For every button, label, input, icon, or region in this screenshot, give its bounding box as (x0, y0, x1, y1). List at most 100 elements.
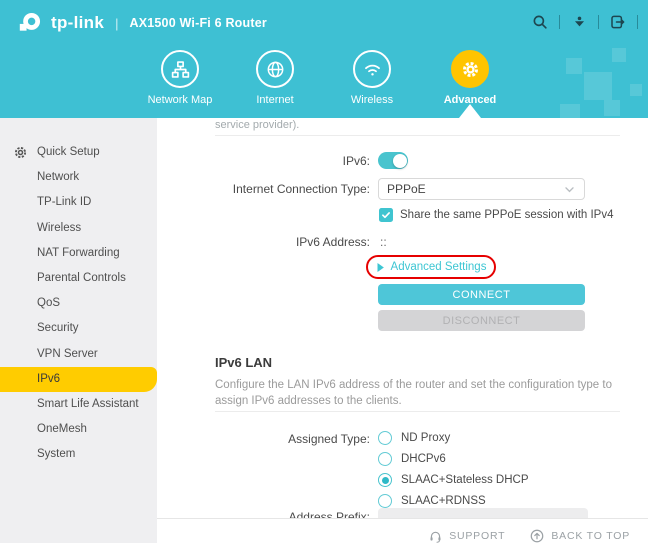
connection-type-label: Internet Connection Type: (232, 182, 370, 196)
sidebar-item-network[interactable]: Network (0, 165, 157, 190)
back-to-top-link[interactable]: BACK TO TOP (529, 528, 630, 544)
deco-square (584, 72, 612, 100)
radio-dhcpv6[interactable]: DHCPv6 (378, 451, 446, 467)
footer: SUPPORT BACK TO TOP (157, 518, 648, 553)
header: tp-link | AX1500 Wi-Fi 6 Router Network … (0, 0, 648, 118)
support-label: SUPPORT (449, 530, 506, 542)
device-title: AX1500 Wi-Fi 6 Router (129, 16, 267, 30)
support-link[interactable]: SUPPORT (428, 529, 505, 544)
clipped-help-text: service provider). (215, 119, 300, 131)
advanced-settings-link[interactable]: Advanced Settings (391, 261, 487, 273)
assigned-type-label: Assigned Type: (288, 432, 370, 446)
radio-label: DHCPv6 (401, 453, 446, 465)
deco-square (630, 84, 642, 96)
sidebar-item-smart-life-assistant[interactable]: Smart Life Assistant (0, 392, 157, 417)
brandbar: tp-link | AX1500 Wi-Fi 6 Router (16, 10, 267, 36)
sidebar-item-onemesh[interactable]: OneMesh (0, 417, 157, 442)
sidebar-item-label: System (37, 448, 76, 461)
brand-name: tp-link (51, 13, 105, 32)
separator (598, 15, 599, 29)
sidebar-item-security[interactable]: Security (0, 316, 157, 341)
sidebar-item-vpn-server[interactable]: VPN Server (0, 342, 157, 367)
sidebar-item-qos[interactable]: QoS (0, 291, 157, 316)
divider (215, 411, 620, 412)
active-tab-pointer (459, 104, 481, 118)
back-to-top-label: BACK TO TOP (551, 530, 630, 542)
check-icon (382, 212, 390, 219)
sidebar-item-ipv6[interactable]: IPv6 (0, 366, 157, 392)
sidebar-item-label: Quick Setup (37, 146, 100, 158)
sidebar-item-label: Parental Controls (37, 271, 126, 284)
tab-network-map[interactable]: Network Map (138, 50, 222, 106)
sidebar-item-nat-forwarding[interactable]: NAT Forwarding (0, 241, 157, 266)
ipv6-address-value: :: (380, 235, 387, 249)
radio-slaac-stateless-dhcp[interactable]: SLAAC+Stateless DHCP (378, 472, 529, 488)
deco-square (560, 104, 580, 118)
radio-label: ND Proxy (401, 432, 451, 444)
connection-type-select[interactable]: PPPoE (378, 178, 585, 200)
sidebar-item-system[interactable]: System (0, 442, 157, 467)
selected-option: PPPoE (387, 182, 426, 196)
sidebar-item-label: OneMesh (37, 423, 87, 436)
brand-separator: | (115, 15, 119, 31)
radio-label: SLAAC+Stateless DHCP (401, 474, 529, 486)
tp-link-logo-icon (16, 12, 43, 35)
header-actions (530, 12, 638, 32)
tab-wireless[interactable]: Wireless (330, 50, 414, 106)
disconnect-button: DISCONNECT (378, 310, 585, 331)
up-arrow-circle-icon (531, 529, 544, 543)
ipv6-lan-heading: IPv6 LAN (215, 355, 273, 370)
radio-icon (378, 494, 392, 508)
radio-icon-selected (378, 473, 392, 487)
tab-advanced[interactable]: Advanced (428, 50, 512, 106)
deco-square (604, 100, 620, 116)
red-highlight-annotation: Advanced Settings (366, 255, 496, 279)
radio-icon (378, 431, 392, 445)
tab-label: Internet (256, 94, 294, 106)
main-content: service provider). IPv6: Internet Connec… (157, 118, 648, 518)
sidebar: Quick Setup Network TP-Link ID Wireless … (0, 118, 157, 543)
ipv6-toggle-label: IPv6: (342, 154, 370, 168)
ipv6-lan-description: Configure the LAN IPv6 address of the ro… (215, 379, 612, 408)
wifi-icon (353, 50, 391, 88)
play-triangle-icon (377, 262, 384, 272)
tab-label: Wireless (350, 94, 394, 106)
radio-icon (378, 452, 392, 466)
sidebar-item-tplink-id[interactable]: TP-Link ID (0, 190, 157, 215)
gear-icon (451, 50, 489, 88)
sidebar-item-label: Network (37, 171, 80, 184)
sidebar-item-label: Security (37, 322, 79, 335)
ipv6-address-label: IPv6 Address: (295, 235, 370, 249)
radio-label: SLAAC+RDNSS (401, 495, 486, 507)
firmware-update-icon[interactable] (569, 12, 589, 32)
sidebar-item-quick-setup[interactable]: Quick Setup (0, 140, 157, 165)
sidebar-item-label: IPv6 (37, 372, 61, 385)
logout-icon[interactable] (608, 12, 628, 32)
sidebar-item-parental-controls[interactable]: Parental Controls (0, 266, 157, 291)
deco-square (566, 58, 582, 74)
sidebar-item-wireless[interactable]: Wireless (0, 216, 157, 241)
separator (637, 15, 638, 29)
address-prefix-input[interactable] (378, 508, 588, 518)
radio-slaac-rdnss[interactable]: SLAAC+RDNSS (378, 493, 486, 509)
ipv6-toggle[interactable] (378, 152, 408, 169)
tab-internet[interactable]: Internet (233, 50, 317, 106)
toggle-knob (392, 153, 407, 168)
radio-nd-proxy[interactable]: ND Proxy (378, 430, 450, 446)
sidebar-item-label: TP-Link ID (37, 196, 92, 209)
sidebar-item-label: NAT Forwarding (37, 246, 120, 259)
router-admin-page: tp-link | AX1500 Wi-Fi 6 Router Network … (0, 0, 648, 553)
separator (559, 15, 560, 29)
address-prefix-label: Address Prefix: (288, 510, 370, 518)
sidebar-item-label: Smart Life Assistant (37, 397, 139, 410)
tab-label: Network Map (147, 94, 213, 106)
chevron-down-icon (563, 183, 576, 196)
internet-globe-icon (256, 50, 294, 88)
share-pppoe-label: Share the same PPPoE session with IPv4 (400, 209, 614, 221)
search-icon[interactable] (530, 12, 550, 32)
headset-icon (430, 531, 441, 543)
sidebar-item-label: QoS (37, 297, 61, 310)
share-pppoe-checkbox[interactable] (379, 208, 393, 222)
connect-button[interactable]: CONNECT (378, 284, 585, 305)
sidebar-item-label: Wireless (37, 221, 82, 234)
